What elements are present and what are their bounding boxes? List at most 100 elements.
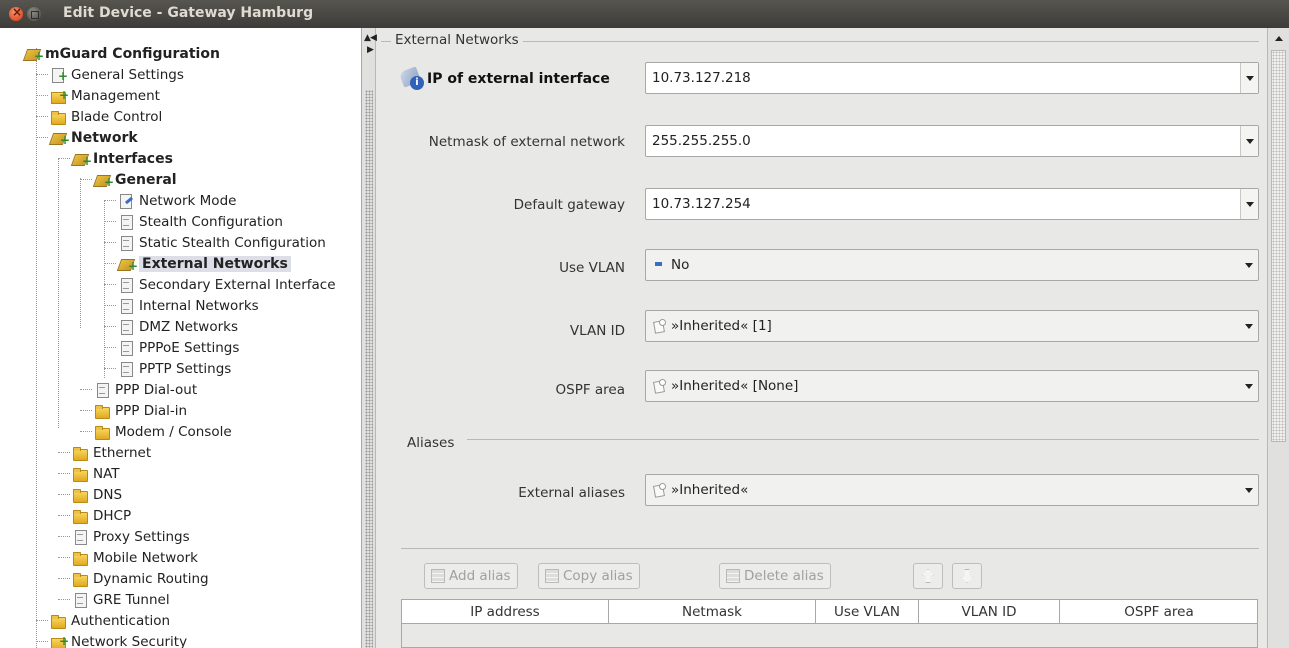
tree-item-nat[interactable]: NAT [72, 463, 120, 484]
vlan-id-select[interactable]: »Inherited« [1] [645, 310, 1259, 342]
folder-icon [72, 466, 88, 482]
use-vlan-select[interactable]: No [645, 249, 1259, 281]
column-header-netmask[interactable]: Netmask [609, 600, 816, 624]
tree-item-dns[interactable]: DNS [72, 484, 122, 505]
tree-item-mobile-network[interactable]: Mobile Network [72, 547, 198, 568]
tree-item-label: Network [71, 129, 138, 146]
tree-item-label: mGuard Configuration [45, 45, 220, 62]
add-icon [431, 569, 445, 583]
tree-item-internal-networks[interactable]: Internal Networks [118, 295, 259, 316]
tree-item-label: External Networks [139, 255, 291, 272]
doc-icon [118, 277, 134, 293]
netmask-input[interactable]: 255.255.255.0 [645, 125, 1259, 157]
tree-connector [36, 48, 37, 648]
add-alias-button[interactable]: Add alias [424, 563, 518, 589]
tree-connector [104, 263, 116, 264]
tree-item-proxy-settings[interactable]: Proxy Settings [72, 526, 190, 547]
tree-item-dynamic-routing[interactable]: Dynamic Routing [72, 568, 209, 589]
tree-connector [104, 347, 116, 348]
copy-icon [545, 569, 559, 583]
copy-alias-button[interactable]: Copy alias [538, 563, 640, 589]
tree-item-stealth-configuration[interactable]: Stealth Configuration [118, 211, 283, 232]
column-header-ospf-area[interactable]: OSPF area [1060, 600, 1258, 624]
tree-item-label: Modem / Console [115, 423, 232, 440]
chevron-down-icon[interactable] [1240, 311, 1258, 341]
column-header-ip-address[interactable]: IP address [402, 600, 609, 624]
tree-item-mguard-configuration[interactable]: mGuard Configuration [24, 43, 220, 64]
move-down-button[interactable] [952, 563, 982, 589]
expand-right-icon[interactable]: ▶ [367, 46, 374, 55]
aliases-table: IP address Netmask Use VLAN VLAN ID OSPF… [401, 599, 1258, 648]
use-vlan-value: No [671, 257, 690, 273]
tree-item-ppp-dial-in[interactable]: PPP Dial-in [94, 400, 187, 421]
column-header-use-vlan[interactable]: Use VLAN [816, 600, 919, 624]
tree-item-pppoe-settings[interactable]: PPPoE Settings [118, 337, 239, 358]
minimize-window-icon[interactable] [27, 7, 41, 21]
tree-item-modem-console[interactable]: Modem / Console [94, 421, 232, 442]
tool-icon [72, 151, 92, 167]
tree-item-network-security[interactable]: Network Security [50, 631, 187, 648]
column-header-vlan-id[interactable]: VLAN ID [919, 600, 1060, 624]
tree-item-gre-tunnel[interactable]: GRE Tunnel [72, 589, 170, 610]
doc-icon [118, 361, 134, 377]
external-aliases-label: External aliases [518, 485, 625, 501]
tree-item-static-stealth-configuration[interactable]: Static Stealth Configuration [118, 232, 326, 253]
tree-connector [58, 473, 70, 474]
tree-item-dmz-networks[interactable]: DMZ Networks [118, 316, 238, 337]
tree-item-label: Network Mode [139, 192, 237, 209]
vertical-scrollbar[interactable] [1267, 28, 1289, 648]
folder-plus-icon [50, 88, 69, 104]
close-window-icon[interactable] [9, 5, 23, 21]
scrollbar-thumb[interactable] [1271, 50, 1286, 442]
splitter-grip[interactable] [365, 90, 373, 648]
tree-item-general-settings[interactable]: General Settings [50, 64, 184, 85]
tree-connector [104, 284, 116, 285]
gateway-input[interactable]: 10.73.127.254 [645, 188, 1259, 220]
tree-connector [58, 536, 70, 537]
tree-item-pptp-settings[interactable]: PPTP Settings [118, 358, 231, 379]
scroll-up-icon[interactable] [1275, 36, 1283, 41]
ospf-value: »Inherited« [None] [671, 378, 799, 394]
vlan-label: Use VLAN [559, 260, 625, 276]
ip-input[interactable]: 10.73.127.218 [645, 62, 1259, 94]
tree-item-label: GRE Tunnel [93, 591, 170, 608]
chevron-down-icon[interactable] [1240, 250, 1258, 280]
panel-splitter[interactable]: ▲ ◀ ▶ [362, 28, 377, 648]
tree-item-blade-control[interactable]: Blade Control [50, 106, 162, 127]
tree-item-ethernet[interactable]: Ethernet [72, 442, 151, 463]
chevron-down-icon[interactable] [1240, 189, 1258, 219]
configuration-tree: mGuard Configuration General Settings Mana… [0, 28, 362, 648]
folder-icon [94, 403, 110, 419]
tree-item-secondary-external-interface[interactable]: Secondary External Interface [118, 274, 336, 295]
tree-item-label: Ethernet [93, 444, 152, 461]
chevron-down-icon[interactable] [1240, 475, 1258, 505]
tree-item-network-mode[interactable]: Network Mode [118, 190, 236, 211]
chevron-down-icon[interactable] [1240, 63, 1258, 93]
tree-connector [104, 326, 116, 327]
tree-item-label: Dynamic Routing [93, 570, 209, 587]
doc-icon [118, 235, 134, 251]
chevron-down-icon[interactable] [1240, 371, 1258, 401]
tree-item-ppp-dial-out[interactable]: PPP Dial-out [94, 379, 197, 400]
tree-item-external-networks[interactable]: External Networks [118, 253, 291, 274]
title-bar: Edit Device - Gateway Hamburg [0, 0, 1289, 28]
tree-item-network[interactable]: Network [50, 127, 138, 148]
tree-item-label: Interfaces [93, 150, 173, 167]
move-up-button[interactable] [913, 563, 943, 589]
tree-item-authentication[interactable]: Authentication [50, 610, 170, 631]
ospf-label: OSPF area [555, 382, 626, 398]
collapse-left-icon[interactable]: ◀ [370, 34, 377, 43]
ospf-area-select[interactable]: »Inherited« [None] [645, 370, 1259, 402]
tree-connector [58, 494, 70, 495]
tree-item-general[interactable]: General [94, 169, 177, 190]
tree-connector [58, 515, 70, 516]
tree-item-dhcp[interactable]: DHCP [72, 505, 131, 526]
chevron-down-icon[interactable] [1240, 126, 1258, 156]
delete-icon [726, 569, 740, 583]
tree-item-management[interactable]: Management [50, 85, 160, 106]
external-aliases-select[interactable]: »Inherited« [645, 474, 1259, 506]
folder-icon [72, 508, 88, 524]
delete-alias-button[interactable]: Delete alias [719, 563, 831, 589]
tree-item-interfaces[interactable]: Interfaces [72, 148, 173, 169]
tree-connector [80, 179, 92, 180]
